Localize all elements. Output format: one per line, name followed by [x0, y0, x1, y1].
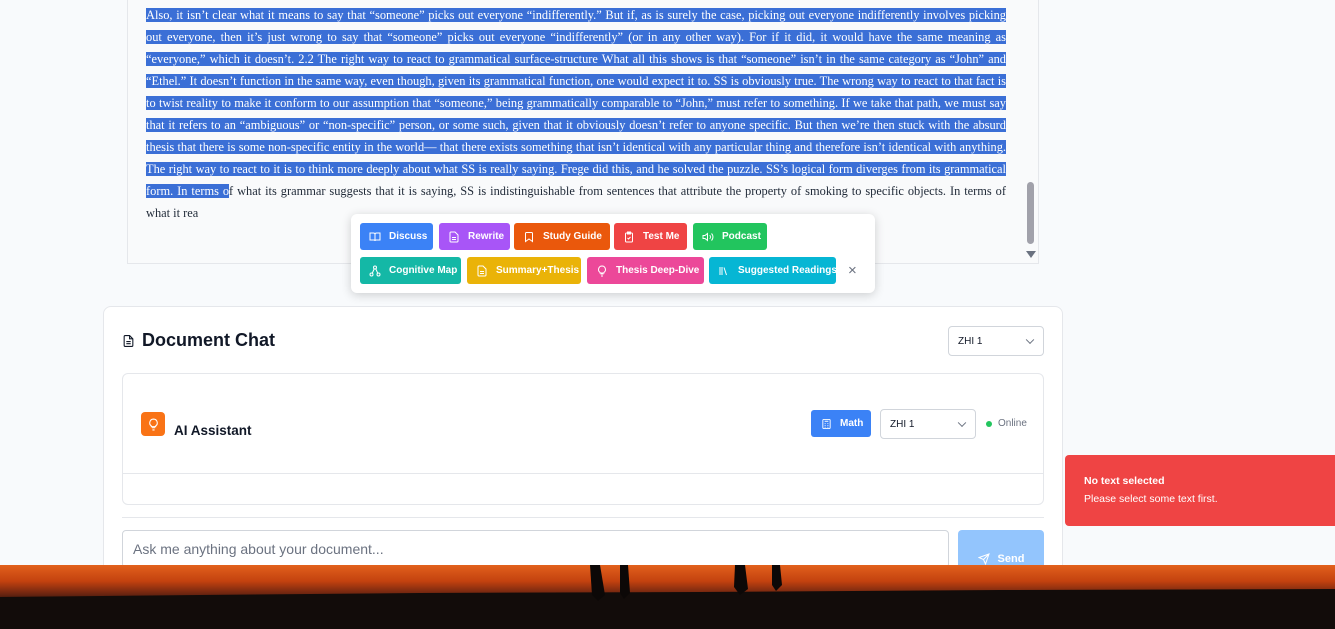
- calculator-icon: [822, 418, 831, 429]
- book-open-icon: [369, 232, 381, 241]
- cognitive-map-button[interactable]: Cognitive Map: [360, 257, 461, 284]
- math-label: Math: [840, 418, 864, 429]
- test-me-label: Test Me: [643, 231, 680, 242]
- rewrite-label: Rewrite: [468, 231, 505, 242]
- toast-title: No text selected: [1084, 475, 1165, 487]
- file-text-icon: [477, 265, 487, 276]
- podcast-label: Podcast: [722, 231, 761, 242]
- test-me-button[interactable]: Test Me: [614, 223, 687, 250]
- document-text[interactable]: we just saw, “someone smokes, but John d…: [146, 0, 1006, 224]
- background-image: [0, 565, 1335, 629]
- thesis-deep-dive-label: Thesis Deep-Dive: [616, 265, 700, 276]
- math-button[interactable]: Math: [811, 410, 871, 437]
- summary-thesis-button[interactable]: Summary+Thesis: [467, 257, 581, 284]
- close-icon[interactable]: ×: [848, 263, 857, 278]
- discuss-label: Discuss: [389, 231, 428, 242]
- network-icon: [369, 265, 381, 276]
- speaker-icon: [702, 231, 714, 242]
- model-select[interactable]: ZHI 1: [948, 326, 1044, 356]
- chat-title-text: Document Chat: [142, 330, 276, 350]
- assistant-name: AI Assistant: [174, 423, 252, 438]
- lightbulb-icon: [598, 264, 606, 276]
- model-select-value: ZHI 1: [958, 335, 983, 347]
- toast-notification: No text selected Please select some text…: [1065, 455, 1335, 526]
- selected-text[interactable]: we just saw, “someone smokes, but John d…: [146, 0, 1006, 198]
- online-status-dot: [986, 421, 992, 427]
- chat-input[interactable]: [122, 530, 949, 568]
- selection-action-toolbar: Discuss Rewrite Study Guide Test Me Podc…: [351, 214, 875, 293]
- clipboard-check-icon: [625, 231, 633, 242]
- document-icon: [123, 334, 134, 347]
- discuss-button[interactable]: Discuss: [360, 223, 433, 250]
- study-guide-button[interactable]: Study Guide: [514, 223, 610, 250]
- send-label: Send: [997, 553, 1025, 565]
- cognitive-map-label: Cognitive Map: [389, 265, 458, 276]
- scroll-down-arrow-icon[interactable]: [1026, 251, 1036, 258]
- scrollbar-thumb[interactable]: [1027, 182, 1034, 244]
- assistant-model-select[interactable]: ZHI 1: [880, 409, 976, 439]
- document-scrollbar[interactable]: [1024, 0, 1038, 263]
- file-text-icon: [449, 231, 459, 242]
- divider: [123, 473, 1043, 474]
- silhouette-image: [0, 565, 1335, 629]
- podcast-button[interactable]: Podcast: [693, 223, 767, 250]
- suggested-readings-button[interactable]: Suggested Readings: [709, 257, 837, 284]
- bookmark-icon: [525, 231, 533, 242]
- assistant-model-select-value: ZHI 1: [890, 418, 915, 430]
- study-guide-label: Study Guide: [543, 231, 602, 242]
- library-icon: [719, 266, 727, 275]
- toast-message: Please select some text first.: [1084, 493, 1218, 505]
- chat-title: Document Chat: [122, 330, 275, 351]
- suggested-readings-label: Suggested Readings: [738, 265, 837, 276]
- summary-thesis-label: Summary+Thesis: [496, 265, 580, 276]
- assistant-panel: AI Assistant Math ZHI 1 Online: [122, 373, 1044, 505]
- chevron-down-icon: [957, 418, 967, 428]
- rewrite-button[interactable]: Rewrite: [439, 223, 510, 250]
- thesis-deep-dive-button[interactable]: Thesis Deep-Dive: [587, 257, 704, 284]
- lightbulb-icon: [141, 412, 165, 436]
- chevron-down-icon: [1025, 335, 1035, 345]
- send-icon: [977, 553, 990, 565]
- document-chat-panel: Document Chat ZHI 1 AI Assistant Math ZH…: [103, 306, 1063, 576]
- divider: [122, 517, 1044, 518]
- online-status: Online: [998, 418, 1027, 429]
